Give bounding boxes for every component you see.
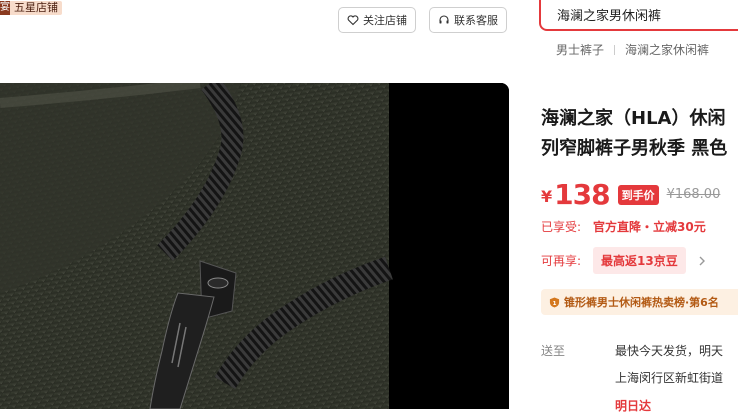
jingdou-rebate-badge: 最高返13京豆 <box>593 247 686 274</box>
delivery-tomorrow: 明日达 <box>615 399 652 413</box>
hot-link[interactable]: 男士裤子 <box>556 41 604 58</box>
ship-address[interactable]: 上海闵行区新虹街道 <box>615 369 723 386</box>
extra-benefit-row[interactable]: 可再享: 最高返13京豆 <box>541 247 706 274</box>
product-title-line2: 列窄脚裤子男秋季 黑色 <box>541 138 728 159</box>
ship-time-text: 最快今天发货，明天 <box>615 344 724 358</box>
can-enjoy-label: 可再享: <box>541 254 582 268</box>
rank-shield-icon: 1 <box>549 296 560 308</box>
ship-to-label: 送至 <box>541 344 566 358</box>
search-input-value: 海澜之家男休闲裤 <box>557 9 662 24</box>
headset-icon <box>439 15 449 24</box>
currency-symbol: ¥ <box>541 187 553 206</box>
product-title: 海澜之家（HLA）休闲 列窄脚裤子男秋季 黑色 <box>541 104 738 164</box>
store-badge[interactable]: 宴 五星店铺 <box>0 0 62 16</box>
enjoyed-label: 已享受: <box>541 220 582 234</box>
final-price: 138 <box>554 178 610 211</box>
contact-service-button[interactable]: 联系客服 <box>429 7 507 33</box>
product-title-line1: 海澜之家（HLA）休闲 <box>541 108 726 129</box>
enjoyed-value: 官方直降・立减30元 <box>593 220 706 234</box>
hot-link[interactable]: 海澜之家休闲裤 <box>625 41 709 58</box>
hot-search-links: 男士裤子 海澜之家休闲裤 <box>556 41 709 58</box>
follow-store-label: 关注店铺 <box>363 14 407 27</box>
follow-store-button[interactable]: 关注店铺 <box>338 7 416 33</box>
chevron-right-icon <box>699 256 705 265</box>
enjoyed-discount-row: 已享受: 官方直降・立减30元 <box>541 218 706 235</box>
divider <box>614 44 616 55</box>
contact-service-label: 联系客服 <box>454 14 498 27</box>
store-level-icon: 宴 <box>0 1 10 15</box>
heart-icon <box>347 15 359 26</box>
svg-text:1: 1 <box>553 300 557 306</box>
ranking-text: 锥形裤男士休闲裤热卖榜·第6名 <box>564 296 719 309</box>
zipper-closeup-image <box>0 83 509 409</box>
store-badge-label: 五星店铺 <box>10 1 62 15</box>
search-input[interactable]: 海澜之家男休闲裤 <box>539 0 738 31</box>
price-row: ¥ 138 到手价 ¥168.00 <box>541 178 720 211</box>
final-price-tag: 到手价 <box>617 184 659 205</box>
product-main-image[interactable] <box>0 83 509 409</box>
original-price: ¥168.00 <box>666 187 721 202</box>
ranking-bar[interactable]: 1 锥形裤男士休闲裤热卖榜·第6名 <box>541 289 738 315</box>
